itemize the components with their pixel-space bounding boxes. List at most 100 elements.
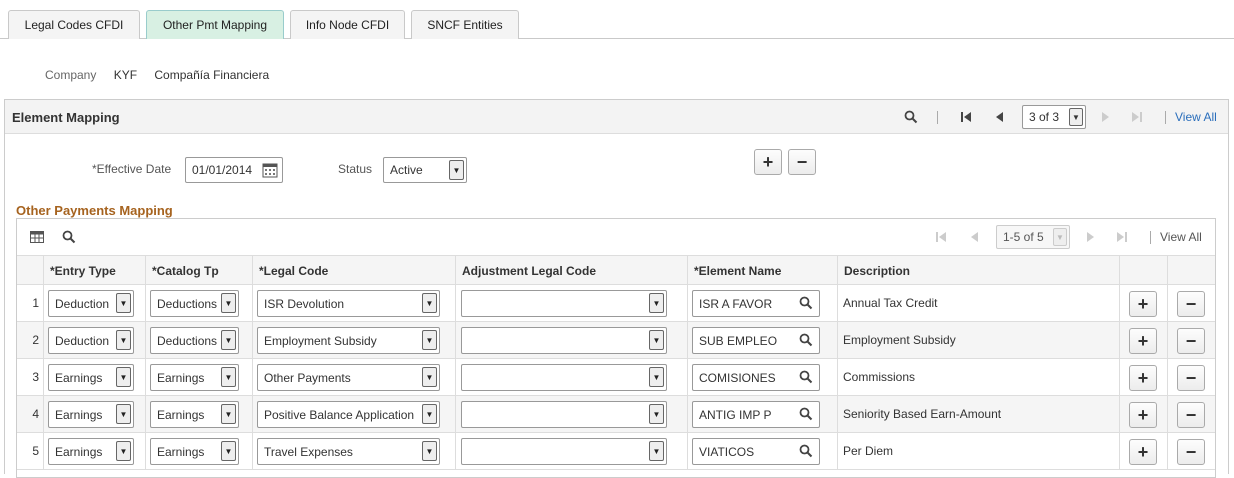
grid-pager-select[interactable]: 1-5 of 5 ▼	[996, 225, 1070, 249]
catalog-tp-select-value: Deductions	[157, 333, 218, 348]
view-all-link[interactable]: View All	[1175, 110, 1217, 124]
delete-row-button[interactable]: −	[1177, 365, 1205, 391]
search-icon[interactable]	[799, 333, 813, 347]
delete-row-button[interactable]: −	[1177, 439, 1205, 465]
previous-page-icon[interactable]	[971, 232, 979, 242]
col-element-name[interactable]: *Element Name	[688, 256, 838, 286]
delete-row-button[interactable]: −	[1177, 402, 1205, 428]
col-legal-code[interactable]: *Legal Code	[253, 256, 456, 286]
tab-legal-codes-cfdi[interactable]: Legal Codes CFDI	[8, 10, 140, 39]
tab-sncf-entities[interactable]: SNCF Entities	[411, 10, 519, 39]
element-name-input[interactable]: SUB EMPLEO	[692, 327, 820, 354]
col-description[interactable]: Description	[838, 256, 1120, 286]
search-icon[interactable]	[62, 230, 76, 244]
next-page-icon[interactable]	[1087, 232, 1095, 242]
chevron-down-icon: ▼	[649, 404, 664, 424]
effective-date-input[interactable]: 01/01/2014	[185, 157, 283, 183]
col-adjustment-legal-code[interactable]: Adjustment Legal Code	[456, 256, 688, 286]
delete-row-button[interactable]: −	[1177, 291, 1205, 317]
catalog-tp-select[interactable]: Deductions ▼	[150, 290, 239, 317]
entry-type-select-value: Deduction	[55, 333, 110, 348]
catalog-tp-select[interactable]: Earnings ▼	[150, 364, 239, 391]
company-label: Company	[45, 68, 97, 82]
adjustment-legal-code-select[interactable]: ▼	[461, 438, 667, 465]
add-row-button[interactable]: +	[754, 149, 782, 175]
entry-type-select[interactable]: Earnings ▼	[48, 364, 134, 391]
row-pager-select[interactable]: 3 of 3 ▼	[1022, 105, 1086, 129]
adjustment-legal-code-select[interactable]: ▼	[461, 401, 667, 428]
last-page-icon[interactable]	[1132, 112, 1143, 122]
catalog-tp-select[interactable]: Earnings ▼	[150, 401, 239, 428]
search-icon[interactable]	[904, 110, 918, 124]
element-name-value: ISR A FAVOR	[699, 296, 773, 311]
company-code: KYF	[113, 68, 138, 82]
legal-code-select[interactable]: Travel Expenses ▼	[257, 438, 440, 465]
legal-code-select[interactable]: ISR Devolution ▼	[257, 290, 440, 317]
chevron-down-icon: ▼	[116, 330, 131, 350]
add-row-button[interactable]: +	[1129, 402, 1157, 428]
status-select[interactable]: Active ▼	[383, 157, 467, 183]
chevron-down-icon: ▼	[422, 367, 437, 387]
tab-info-node-cfdi[interactable]: Info Node CFDI	[290, 10, 405, 39]
element-name-value: ANTIG IMP P	[699, 407, 772, 422]
entry-type-select[interactable]: Deduction ▼	[48, 327, 134, 354]
chevron-down-icon: ▼	[221, 367, 236, 387]
grid-personalize-icon[interactable]	[30, 231, 44, 243]
row-number: 5	[32, 444, 39, 458]
catalog-tp-select[interactable]: Earnings ▼	[150, 438, 239, 465]
last-page-icon[interactable]	[1117, 232, 1128, 242]
add-row-button[interactable]: +	[1129, 328, 1157, 354]
calendar-icon[interactable]	[262, 162, 278, 178]
add-row-button[interactable]: +	[1129, 291, 1157, 317]
effective-date-value: 01/01/2014	[192, 163, 253, 177]
first-page-icon[interactable]	[961, 112, 972, 122]
element-name-input[interactable]: COMISIONES	[692, 364, 820, 391]
first-page-icon[interactable]	[936, 232, 947, 242]
tab-label: Other Pmt Mapping	[162, 18, 268, 32]
catalog-tp-select[interactable]: Deductions ▼	[150, 327, 239, 354]
element-name-input[interactable]: VIATICOS	[692, 438, 820, 465]
entry-type-select[interactable]: Earnings ▼	[48, 401, 134, 428]
element-name-input[interactable]: ANTIG IMP P	[692, 401, 820, 428]
delete-row-button[interactable]: −	[1177, 328, 1205, 354]
add-row-button[interactable]: +	[1129, 365, 1157, 391]
entry-type-select[interactable]: Deduction ▼	[48, 290, 134, 317]
chevron-down-icon: ▼	[116, 367, 131, 387]
legal-code-select-value: ISR Devolution	[264, 296, 345, 311]
chevron-down-icon: ▼	[116, 441, 131, 461]
grid-toolbar: 1-5 of 5 ▼ View All	[17, 219, 1215, 255]
col-catalog-tp[interactable]: *Catalog Tp	[146, 256, 253, 286]
previous-page-icon[interactable]	[996, 112, 1004, 122]
search-icon[interactable]	[799, 370, 813, 384]
element-name-input[interactable]: ISR A FAVOR	[692, 290, 820, 317]
legal-code-select[interactable]: Other Payments ▼	[257, 364, 440, 391]
chevron-down-icon: ▼	[1053, 228, 1067, 246]
catalog-tp-select-value: Earnings	[157, 444, 205, 459]
entry-type-select[interactable]: Earnings ▼	[48, 438, 134, 465]
delete-row-button[interactable]: −	[788, 149, 816, 175]
adjustment-legal-code-select[interactable]: ▼	[461, 364, 667, 391]
minus-icon: −	[1185, 330, 1197, 351]
grid-pager-value: 1-5 of 5	[1003, 230, 1044, 244]
description-text: Employment Subsidy	[843, 333, 956, 347]
tab-other-pmt-mapping[interactable]: Other Pmt Mapping	[146, 10, 284, 39]
search-icon[interactable]	[799, 407, 813, 421]
minus-icon: −	[1185, 404, 1197, 425]
tab-label: Legal Codes CFDI	[24, 18, 124, 32]
col-entry-type[interactable]: *Entry Type	[44, 256, 146, 286]
description-text: Seniority Based Earn-Amount	[843, 407, 1002, 421]
legal-code-select[interactable]: Positive Balance Application ▼	[257, 401, 440, 428]
adjustment-legal-code-select[interactable]: ▼	[461, 327, 667, 354]
plus-icon: +	[762, 151, 774, 172]
next-page-icon[interactable]	[1102, 112, 1110, 122]
plus-icon: +	[1137, 404, 1149, 425]
grid-view-all-link[interactable]: View All	[1160, 230, 1202, 244]
search-icon[interactable]	[799, 296, 813, 310]
add-row-button[interactable]: +	[1129, 439, 1157, 465]
chevron-down-icon: ▼	[221, 330, 236, 350]
search-icon[interactable]	[799, 444, 813, 458]
minus-icon: −	[1185, 367, 1197, 388]
adjustment-legal-code-select[interactable]: ▼	[461, 290, 667, 317]
legal-code-select[interactable]: Employment Subsidy ▼	[257, 327, 440, 354]
col-delete	[1168, 256, 1216, 286]
